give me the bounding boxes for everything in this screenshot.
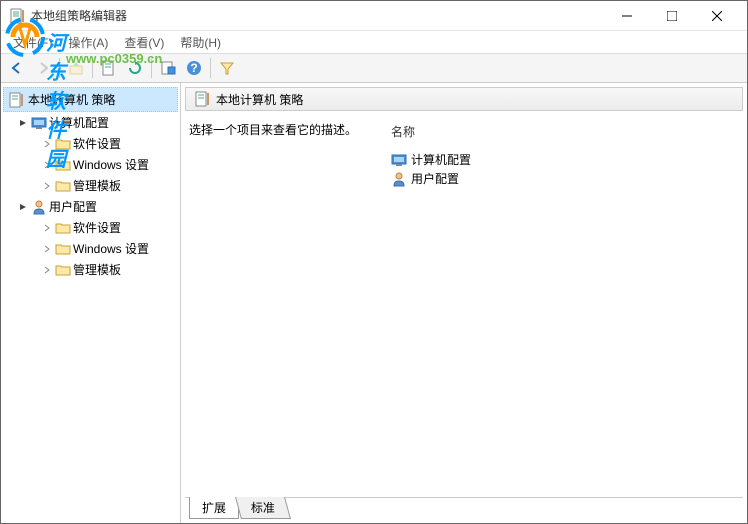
window-title: 本地组策略编辑器 bbox=[31, 7, 604, 24]
up-button[interactable] bbox=[64, 56, 88, 80]
refresh-button[interactable] bbox=[123, 56, 147, 80]
filter-button[interactable] bbox=[215, 56, 239, 80]
description-column: 选择一个项目来查看它的描述。 bbox=[189, 121, 389, 487]
tree-admin-templates-2[interactable]: 管理模板 bbox=[3, 259, 178, 280]
tree-software-settings-1[interactable]: 软件设置 bbox=[3, 133, 178, 154]
user-icon bbox=[391, 171, 407, 187]
user-icon bbox=[31, 199, 47, 215]
expander-icon[interactable] bbox=[41, 138, 53, 150]
tab-standard[interactable]: 标准 bbox=[235, 497, 291, 519]
expander-icon[interactable] bbox=[17, 201, 29, 213]
tree-computer-config[interactable]: 计算机配置 bbox=[3, 112, 178, 133]
tree-pane: 本地计算机 策略 计算机配置 软件设置 Windows 设置 管理模板 用户配置 bbox=[1, 83, 181, 523]
expander-icon[interactable] bbox=[41, 222, 53, 234]
folder-icon bbox=[55, 241, 71, 257]
tree-label: 软件设置 bbox=[73, 135, 121, 152]
folder-icon bbox=[55, 220, 71, 236]
detail-pane: 本地计算机 策略 选择一个项目来查看它的描述。 名称 计算机配置 用户配置 扩展… bbox=[181, 83, 747, 523]
document-icon bbox=[194, 91, 210, 107]
computer-icon bbox=[31, 115, 47, 131]
tree-windows-settings-1[interactable]: Windows 设置 bbox=[3, 154, 178, 175]
maximize-button[interactable] bbox=[649, 2, 694, 30]
toolbar-separator bbox=[92, 58, 93, 78]
expander-icon[interactable] bbox=[41, 180, 53, 192]
close-button[interactable] bbox=[694, 2, 739, 30]
export-button[interactable] bbox=[156, 56, 180, 80]
expander-icon[interactable] bbox=[41, 159, 53, 171]
folder-icon bbox=[55, 262, 71, 278]
tree-label: 用户配置 bbox=[49, 198, 97, 215]
tree-label: Windows 设置 bbox=[73, 240, 149, 257]
help-button[interactable]: ? bbox=[182, 56, 206, 80]
back-button[interactable] bbox=[5, 56, 29, 80]
expander-icon[interactable] bbox=[17, 117, 29, 129]
computer-icon bbox=[391, 152, 407, 168]
menu-action[interactable]: 操作(A) bbox=[60, 32, 116, 53]
list-item-computer[interactable]: 计算机配置 bbox=[389, 150, 739, 169]
expander-icon[interactable] bbox=[41, 243, 53, 255]
folder-icon bbox=[55, 157, 71, 173]
menu-file[interactable]: 文件(F) bbox=[5, 32, 60, 53]
document-icon bbox=[8, 92, 24, 108]
toolbar-separator bbox=[59, 58, 60, 78]
app-icon bbox=[9, 8, 25, 24]
detail-header: 本地计算机 策略 bbox=[185, 87, 743, 111]
toolbar: ? bbox=[1, 53, 747, 83]
tree-user-config[interactable]: 用户配置 bbox=[3, 196, 178, 217]
list-item-user[interactable]: 用户配置 bbox=[389, 169, 739, 188]
window-controls bbox=[604, 2, 739, 30]
titlebar: 本地组策略编辑器 bbox=[1, 1, 747, 31]
name-column-header[interactable]: 名称 bbox=[389, 121, 739, 142]
expander-icon[interactable] bbox=[41, 264, 53, 276]
tree-label: 软件设置 bbox=[73, 219, 121, 236]
minimize-button[interactable] bbox=[604, 2, 649, 30]
detail-body: 选择一个项目来查看它的描述。 名称 计算机配置 用户配置 bbox=[181, 111, 747, 497]
tree-label: 管理模板 bbox=[73, 177, 121, 194]
content-area: 本地计算机 策略 计算机配置 软件设置 Windows 设置 管理模板 用户配置 bbox=[1, 83, 747, 523]
menu-view[interactable]: 查看(V) bbox=[116, 32, 172, 53]
folder-icon bbox=[55, 136, 71, 152]
item-label: 用户配置 bbox=[411, 170, 459, 187]
svg-text:?: ? bbox=[190, 61, 197, 75]
tree-label: Windows 设置 bbox=[73, 156, 149, 173]
tree-root-selected[interactable]: 本地计算机 策略 bbox=[3, 87, 178, 112]
tree-root-label: 本地计算机 策略 bbox=[28, 91, 115, 108]
forward-button[interactable] bbox=[31, 56, 55, 80]
tree-admin-templates-1[interactable]: 管理模板 bbox=[3, 175, 178, 196]
properties-button[interactable] bbox=[97, 56, 121, 80]
tab-bar: 扩展 标准 bbox=[185, 497, 743, 519]
tree-label: 管理模板 bbox=[73, 261, 121, 278]
tree-label: 计算机配置 bbox=[49, 114, 109, 131]
menubar: 文件(F) 操作(A) 查看(V) 帮助(H) bbox=[1, 31, 747, 53]
detail-header-text: 本地计算机 策略 bbox=[216, 91, 303, 108]
tree-windows-settings-2[interactable]: Windows 设置 bbox=[3, 238, 178, 259]
menu-help[interactable]: 帮助(H) bbox=[172, 32, 229, 53]
item-label: 计算机配置 bbox=[411, 151, 471, 168]
folder-icon bbox=[55, 178, 71, 194]
toolbar-separator bbox=[151, 58, 152, 78]
tree-software-settings-2[interactable]: 软件设置 bbox=[3, 217, 178, 238]
name-column: 名称 计算机配置 用户配置 bbox=[389, 121, 739, 487]
toolbar-separator bbox=[210, 58, 211, 78]
tab-extended[interactable]: 扩展 bbox=[189, 497, 239, 519]
description-text: 选择一个项目来查看它的描述。 bbox=[189, 121, 379, 138]
